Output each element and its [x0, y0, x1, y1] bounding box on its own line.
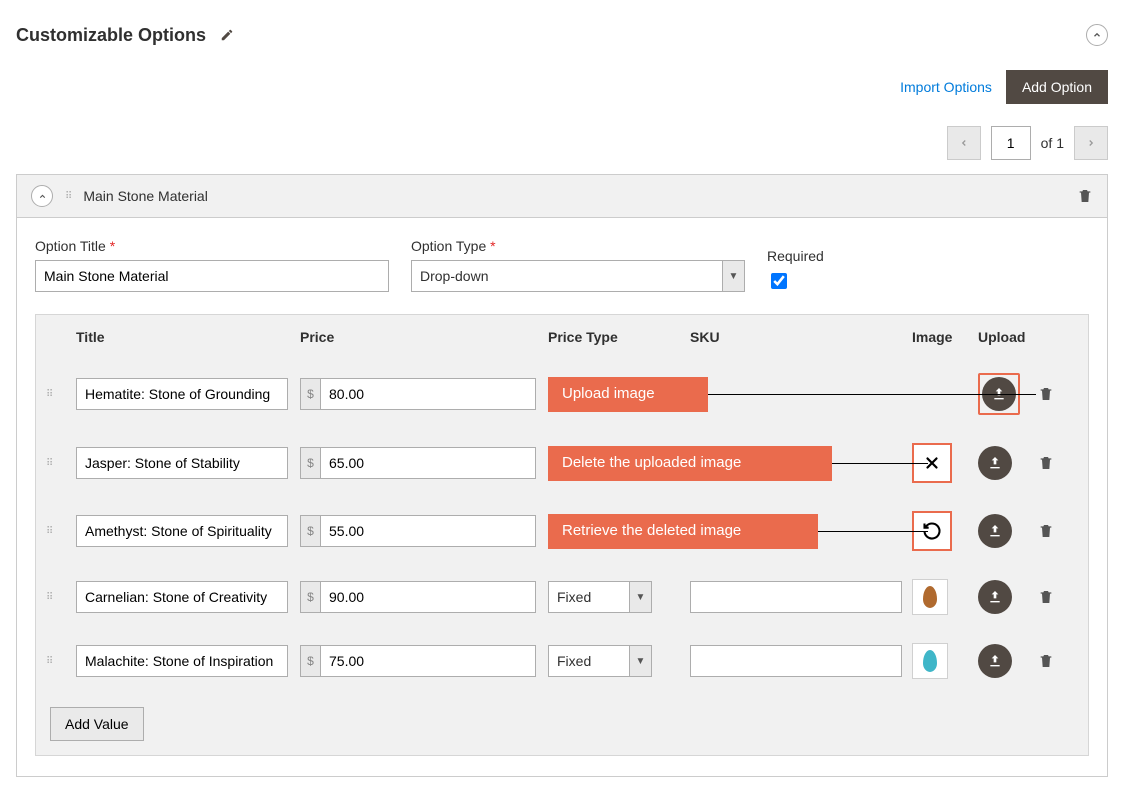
- drag-handle-icon[interactable]: ⠿: [46, 595, 76, 600]
- price-field[interactable]: [321, 646, 535, 676]
- option-header-title: Main Stone Material: [83, 188, 208, 204]
- upload-image-button[interactable]: [978, 514, 1012, 548]
- option-collapse-toggle[interactable]: [31, 185, 53, 207]
- value-title-input[interactable]: [76, 447, 288, 479]
- value-title-input[interactable]: [76, 645, 288, 677]
- currency-symbol: $: [301, 516, 321, 546]
- option-title-input[interactable]: [35, 260, 389, 292]
- chevron-down-icon: ▼: [722, 261, 744, 291]
- chevron-down-icon: ▼: [629, 582, 651, 612]
- annotation-callout: Upload image: [548, 377, 708, 412]
- upload-image-button[interactable]: [978, 644, 1012, 678]
- annotation-line: [818, 531, 928, 532]
- delete-option-button[interactable]: [1077, 188, 1093, 204]
- delete-row-button[interactable]: [1038, 523, 1098, 539]
- col-upload: Upload: [978, 329, 1038, 345]
- col-price: Price: [300, 329, 548, 345]
- section-header: Customizable Options: [16, 16, 1108, 70]
- col-image: Image: [912, 329, 978, 345]
- price-field[interactable]: [321, 516, 535, 546]
- value-price-input[interactable]: $: [300, 581, 536, 613]
- annotation-line: [832, 463, 928, 464]
- delete-row-button[interactable]: [1038, 386, 1098, 402]
- delete-row-button[interactable]: [1038, 653, 1098, 669]
- currency-symbol: $: [301, 379, 321, 409]
- price-type-value: Fixed: [549, 646, 629, 676]
- chevron-down-icon: ▼: [629, 646, 651, 676]
- table-row: ⠿ $ Retrieve the deleted image: [36, 497, 1088, 565]
- value-title-input[interactable]: [76, 378, 288, 410]
- option-type-value: Drop-down: [412, 261, 722, 291]
- price-field[interactable]: [321, 582, 535, 612]
- add-value-button[interactable]: Add Value: [50, 707, 144, 741]
- annotation-callout: Retrieve the deleted image: [548, 514, 818, 549]
- value-title-input[interactable]: [76, 515, 288, 547]
- values-header-row: Title Price Price Type SKU Image Upload: [36, 315, 1088, 359]
- value-price-input[interactable]: $: [300, 378, 536, 410]
- pagination-next-button[interactable]: [1074, 126, 1108, 160]
- required-checkbox[interactable]: [771, 273, 787, 289]
- section-collapse-toggle[interactable]: [1086, 24, 1108, 46]
- option-body: Option Title Option Type Drop-down ▼ Req…: [17, 218, 1107, 776]
- edit-icon[interactable]: [220, 28, 234, 42]
- drag-handle-icon[interactable]: ⠿: [46, 461, 76, 466]
- price-field[interactable]: [321, 379, 535, 409]
- upload-image-button[interactable]: [978, 580, 1012, 614]
- pagination-current-input[interactable]: [991, 126, 1031, 160]
- price-field[interactable]: [321, 448, 535, 478]
- option-type-label: Option Type: [411, 238, 745, 254]
- delete-row-button[interactable]: [1038, 455, 1098, 471]
- option-fields-row: Option Title Option Type Drop-down ▼ Req…: [35, 238, 1089, 292]
- section-title: Customizable Options: [16, 25, 234, 46]
- table-row: ⠿ $ Fixed▼: [36, 629, 1088, 693]
- option-block: ⠿ Main Stone Material Option Title Optio…: [16, 174, 1108, 777]
- col-title: Title: [76, 329, 300, 345]
- currency-symbol: $: [301, 582, 321, 612]
- table-row: ⠿ $ Upload image: [36, 359, 1088, 429]
- price-type-select[interactable]: Fixed▼: [548, 645, 652, 677]
- value-title-input[interactable]: [76, 581, 288, 613]
- delete-row-button[interactable]: [1038, 589, 1098, 605]
- pagination-of-text: of 1: [1041, 135, 1064, 151]
- import-options-link[interactable]: Import Options: [900, 79, 992, 95]
- section-title-text: Customizable Options: [16, 25, 206, 46]
- col-sku: SKU: [690, 329, 912, 345]
- required-label: Required: [767, 248, 824, 264]
- option-block-header: ⠿ Main Stone Material: [17, 175, 1107, 218]
- col-price-type: Price Type: [548, 329, 690, 345]
- drag-handle-icon[interactable]: ⠿: [46, 392, 76, 397]
- price-type-value: Fixed: [549, 582, 629, 612]
- price-type-select[interactable]: Fixed▼: [548, 581, 652, 613]
- table-row: ⠿ $ Fixed▼: [36, 565, 1088, 629]
- drag-handle-icon[interactable]: ⠿: [46, 529, 76, 534]
- annotation-callout: Delete the uploaded image: [548, 446, 832, 481]
- annotation-line: [708, 394, 1036, 395]
- drag-handle-icon[interactable]: ⠿: [65, 194, 71, 199]
- values-table: Title Price Price Type SKU Image Upload …: [35, 314, 1089, 756]
- option-title-label: Option Title: [35, 238, 389, 254]
- pagination-prev-button[interactable]: [947, 126, 981, 160]
- upload-image-button[interactable]: [978, 446, 1012, 480]
- drag-handle-icon[interactable]: ⠿: [46, 659, 76, 664]
- value-price-input[interactable]: $: [300, 447, 536, 479]
- table-row: ⠿ $ Delete the uploaded image: [36, 429, 1088, 497]
- option-type-select[interactable]: Drop-down ▼: [411, 260, 745, 292]
- image-thumbnail[interactable]: [912, 579, 948, 615]
- value-sku-input[interactable]: [690, 645, 902, 677]
- currency-symbol: $: [301, 646, 321, 676]
- add-option-button[interactable]: Add Option: [1006, 70, 1108, 104]
- top-actions: Import Options Add Option: [16, 70, 1108, 104]
- value-price-input[interactable]: $: [300, 515, 536, 547]
- value-sku-input[interactable]: [690, 581, 902, 613]
- currency-symbol: $: [301, 448, 321, 478]
- value-price-input[interactable]: $: [300, 645, 536, 677]
- image-thumbnail[interactable]: [912, 643, 948, 679]
- pagination: of 1: [16, 126, 1108, 160]
